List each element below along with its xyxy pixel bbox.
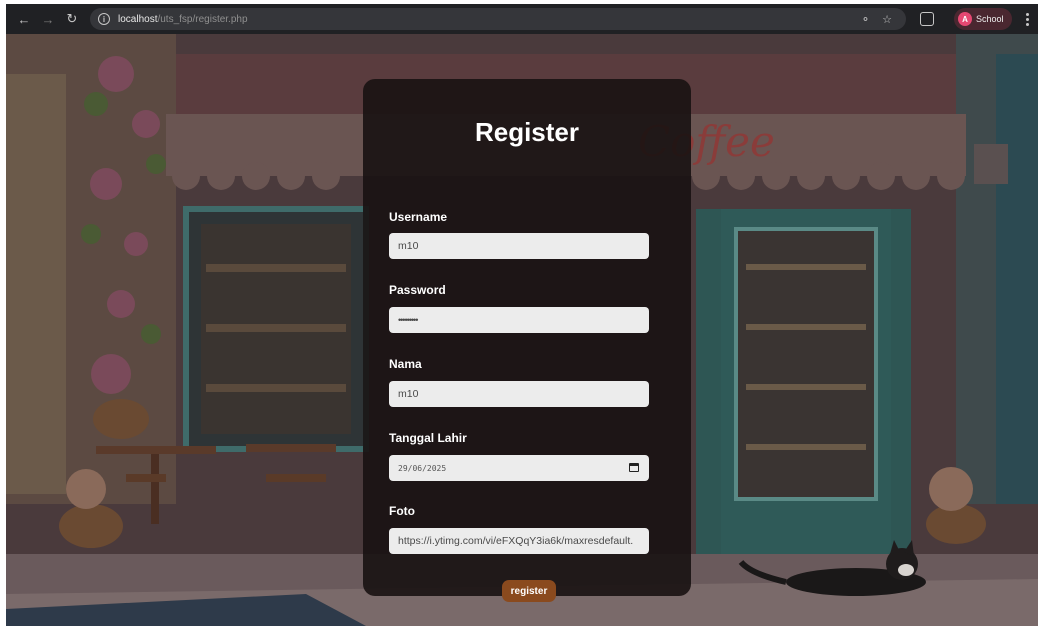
register-card: Register Username m10 Password •••••••••… (363, 79, 691, 602)
profile-button[interactable]: A School (954, 8, 1012, 30)
browser-toolbar: ← → ↻ i localhost/uts_fsp/register.php ⚬… (6, 4, 1038, 34)
nama-label: Nama (389, 357, 422, 371)
extensions-icon[interactable] (920, 12, 934, 26)
foto-label: Foto (389, 504, 415, 518)
page-viewport: Coffee Register Username m10 Password ••… (6, 34, 1038, 626)
tanggal-lahir-label: Tanggal Lahir (389, 431, 467, 445)
calendar-icon[interactable] (629, 463, 639, 472)
username-field[interactable]: m10 (389, 233, 649, 259)
birthdate-value: 29/06/2025 (398, 463, 447, 473)
omnibox-actions: ⚬ ☆ (861, 8, 892, 30)
nama-field[interactable]: m10 (389, 381, 649, 407)
forward-icon[interactable]: → (38, 9, 58, 29)
site-info-icon[interactable]: i (98, 13, 110, 25)
profile-name: School (976, 14, 1004, 24)
username-label: Username (389, 210, 448, 224)
foto-url-field[interactable]: https://i.ytimg.com/vi/eFXQqY3ia6k/maxre… (389, 528, 649, 554)
password-label: Password (389, 283, 446, 297)
bookmark-star-icon[interactable]: ☆ (882, 13, 892, 26)
browser-menu-icon[interactable] (1022, 12, 1034, 26)
url-text[interactable]: localhost/uts_fsp/register.php (118, 14, 248, 25)
birthdate-field[interactable]: 29/06/2025 (389, 455, 649, 481)
reload-icon[interactable]: ↻ (62, 9, 82, 29)
password-field[interactable]: ••••••••• (389, 307, 649, 333)
url-path: /uts_fsp/register.php (157, 13, 248, 25)
translate-icon[interactable]: ⚬ (861, 13, 870, 26)
url-host: localhost (118, 13, 158, 25)
avatar: A (958, 12, 972, 26)
register-button[interactable]: register (502, 580, 556, 602)
back-icon[interactable]: ← (14, 9, 34, 29)
address-bar[interactable]: i localhost/uts_fsp/register.php ⚬ ☆ (90, 8, 906, 30)
page-title: Register (474, 117, 580, 147)
